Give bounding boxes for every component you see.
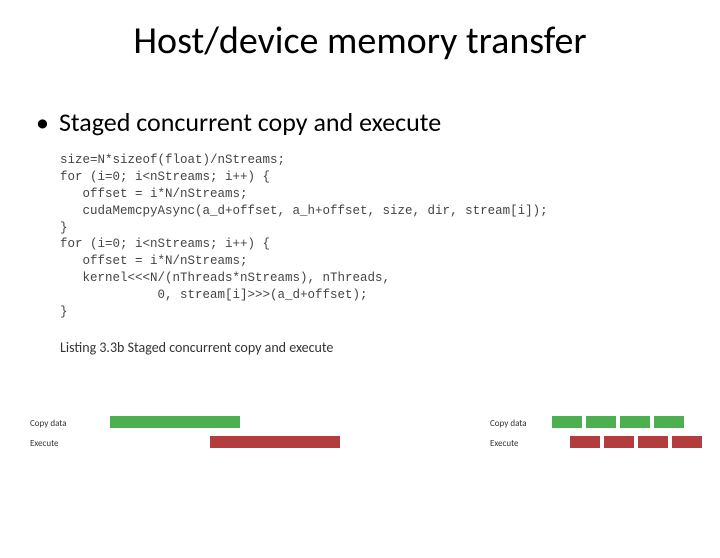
right-copy-bar-2: [586, 416, 616, 428]
left-copy-label: Copy data: [30, 418, 67, 429]
code-listing: size=N*sizeof(float)/nStreams; for (i=0;…: [60, 152, 720, 321]
right-copy-bar-4: [654, 416, 684, 428]
right-exec-bar-4: [672, 436, 702, 448]
timing-diagram: Copy data Execute Copy data Execute: [0, 400, 720, 510]
right-copy-bar-3: [620, 416, 650, 428]
right-exec-bar-2: [604, 436, 634, 448]
bullet-item: • Staged concurrent copy and execute: [36, 106, 720, 138]
right-copy-label: Copy data: [490, 418, 527, 429]
right-copy-bar-1: [552, 416, 582, 428]
slide-title: Host/device memory transfer: [0, 18, 720, 64]
bullet-text: Staged concurrent copy and execute: [59, 106, 441, 138]
left-execute-label: Execute: [30, 438, 58, 449]
right-exec-bar-1: [570, 436, 600, 448]
bullet-marker: •: [36, 106, 49, 138]
right-exec-bar-3: [638, 436, 668, 448]
listing-caption: Listing 3.3b Staged concurrent copy and …: [60, 339, 720, 356]
left-copy-bar: [110, 416, 240, 428]
right-execute-label: Execute: [490, 438, 518, 449]
left-execute-bar: [210, 436, 340, 448]
